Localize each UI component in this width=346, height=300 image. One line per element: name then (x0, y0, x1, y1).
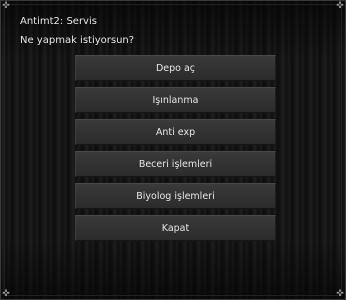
dialog-options-menu: Depo aç Işınlanma Anti exp Beceri işleml… (75, 55, 276, 247)
corner-ornament-icon: ✜ (336, 1, 344, 11)
corner-ornament-icon: ✜ (2, 1, 10, 11)
option-beceri-islemleri-button[interactable]: Beceri işlemleri (75, 151, 276, 177)
option-kapat-button[interactable]: Kapat (75, 215, 276, 241)
corner-ornament-icon: ✜ (336, 289, 344, 299)
option-biyolog-islemleri-button[interactable]: Biyolog işlemleri (75, 183, 276, 209)
dialog-title: Antimt2: Servis (20, 16, 97, 27)
option-isinlanma-button[interactable]: Işınlanma (75, 87, 276, 113)
corner-ornament-icon: ✜ (2, 289, 10, 299)
option-depo-ac-button[interactable]: Depo aç (75, 55, 276, 81)
dialog-question: Ne yapmak istiyorsun? (20, 35, 135, 46)
option-anti-exp-button[interactable]: Anti exp (75, 119, 276, 145)
npc-dialog-window: ✜ ✜ ✜ ✜ Antimt2: Servis Ne yapmak istiyo… (0, 0, 346, 300)
